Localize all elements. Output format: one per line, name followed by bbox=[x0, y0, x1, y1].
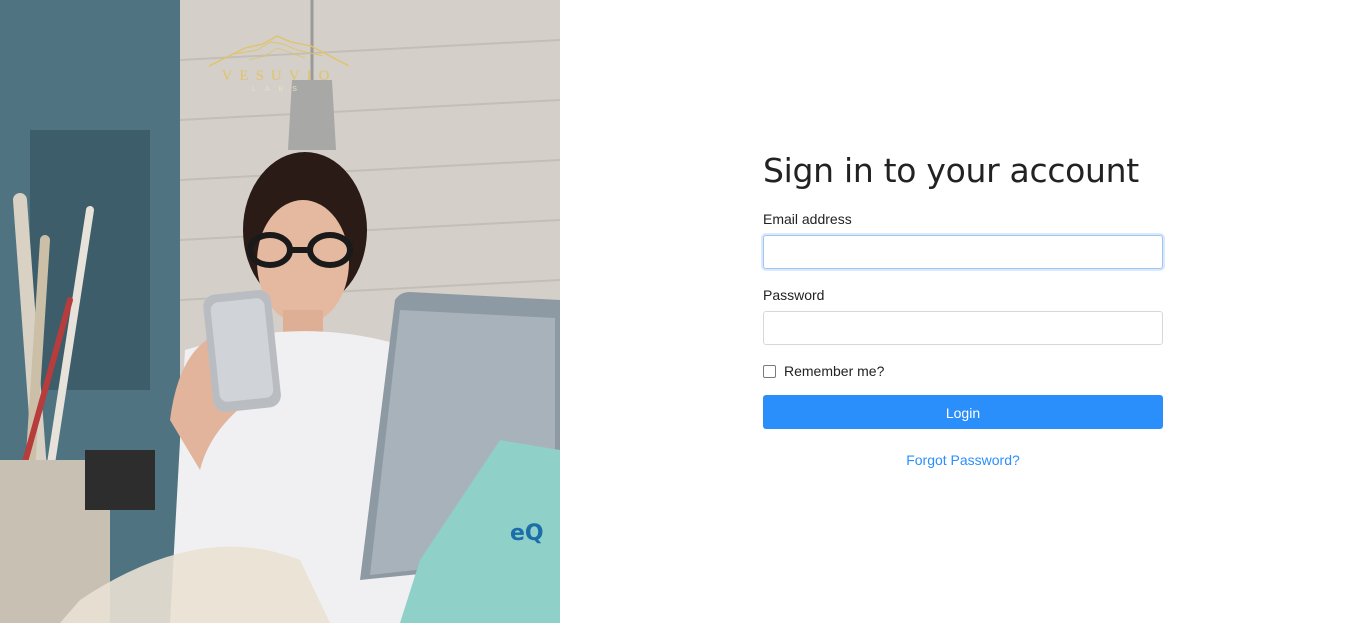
login-button[interactable]: Login bbox=[763, 395, 1163, 429]
brand-logo: VESUVIO LABS bbox=[205, 30, 353, 100]
hero-photo: eQ VESUVIO LABS bbox=[0, 0, 560, 623]
email-label: Email address bbox=[763, 211, 852, 227]
mountain-icon bbox=[208, 35, 350, 67]
password-field[interactable] bbox=[763, 311, 1163, 345]
page-title: Sign in to your account bbox=[763, 151, 1139, 190]
sign-in-form: Sign in to your account Email address Pa… bbox=[763, 148, 1163, 468]
logo-wordmark: VESUVIO bbox=[221, 68, 337, 84]
remember-me-checkbox[interactable] bbox=[763, 364, 776, 378]
logo-subtitle: LABS bbox=[252, 86, 306, 93]
forgot-password-link[interactable]: Forgot Password? bbox=[763, 452, 1163, 468]
remember-me-row[interactable]: Remember me? bbox=[763, 362, 1163, 380]
remember-me-label: Remember me? bbox=[784, 363, 885, 379]
password-label: Password bbox=[763, 287, 825, 303]
svg-text:eQ: eQ bbox=[510, 521, 544, 546]
email-field[interactable] bbox=[763, 235, 1163, 269]
